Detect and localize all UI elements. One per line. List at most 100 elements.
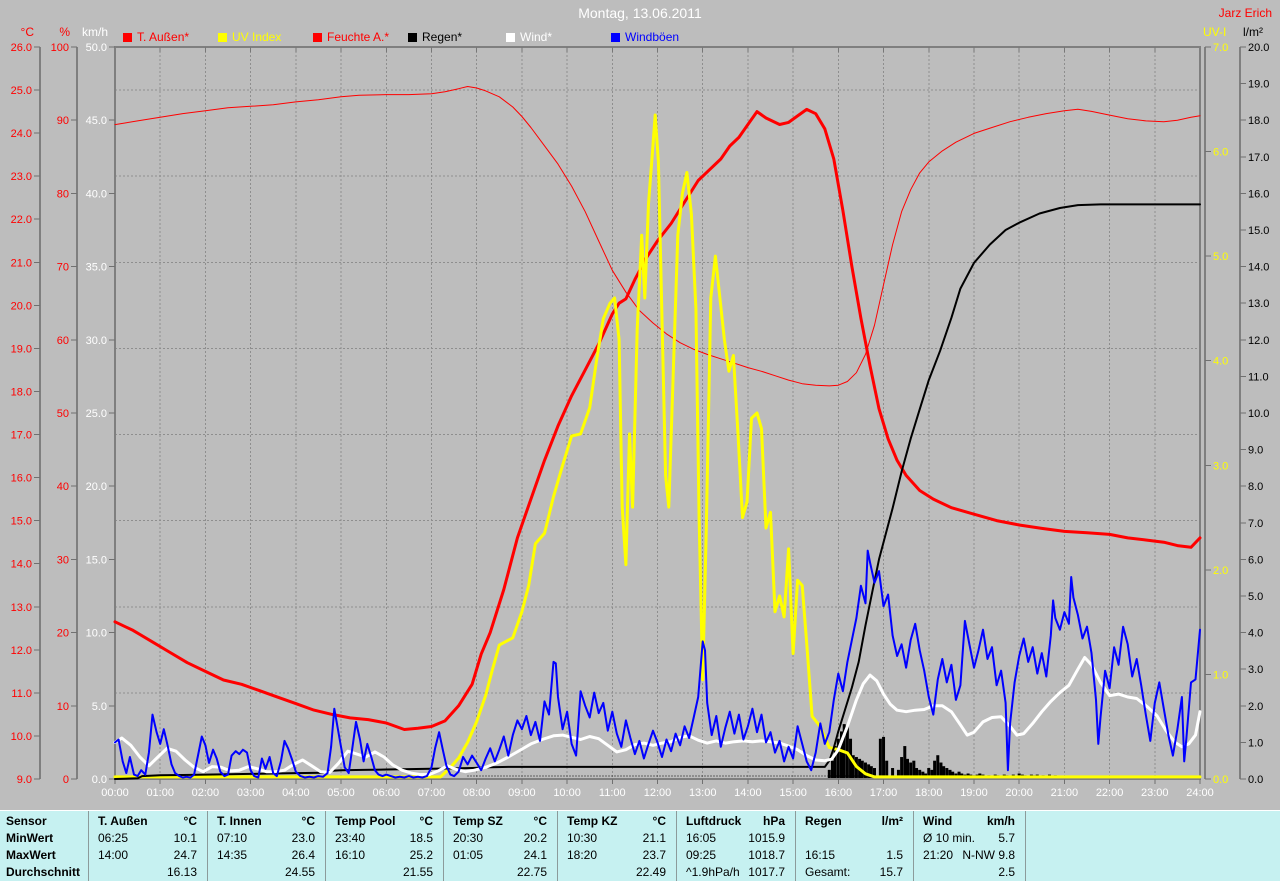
axis-tick-label-uv: 4.0 xyxy=(1213,356,1228,368)
axis-tick-label-rain: 7.0 xyxy=(1248,518,1263,530)
table-row-label: MinWert xyxy=(6,831,54,845)
axis-tick-label-rain: 13.0 xyxy=(1248,298,1269,310)
chart-legend: T. Außen* UV Index Feuchte A.* Regen* Wind* W… xyxy=(0,30,1280,46)
axis-tick-label-uv: 1.0 xyxy=(1213,669,1228,681)
axis-tick-label-hum: 60 xyxy=(57,335,69,347)
axis-tick-label-rain: 10.0 xyxy=(1248,408,1269,420)
table-row-label: MaxWert xyxy=(6,848,56,862)
axis-tick-label-rain: 19.0 xyxy=(1248,79,1269,91)
axis-tick-label-rain: 14.0 xyxy=(1248,262,1269,274)
table-column-divider xyxy=(1025,811,1026,881)
table-column-divider xyxy=(913,811,914,881)
table-cell-value: 24.55 xyxy=(284,865,315,879)
axis-tick-label-temp: 14.0 xyxy=(11,559,32,571)
hour-label: 02:00 xyxy=(192,787,220,799)
table-column-divider xyxy=(443,811,444,881)
table-cell-value: 23.0 xyxy=(291,831,315,845)
table-header-unit: hPa xyxy=(762,814,785,828)
axis-tick-label-wind: 25.0 xyxy=(86,408,107,420)
axis-tick-label-uv: 3.0 xyxy=(1213,460,1228,472)
hour-label: 01:00 xyxy=(146,787,174,799)
hour-label: 23:00 xyxy=(1141,787,1169,799)
hour-label: 04:00 xyxy=(282,787,310,799)
hour-label: 09:00 xyxy=(508,787,536,799)
legend-label-feuchte-a: Feuchte A.* xyxy=(327,30,390,44)
legend-item-regen: Regen* xyxy=(408,30,462,44)
axis-tick-label-temp: 23.0 xyxy=(11,171,32,183)
table-header-unit: km/h xyxy=(986,814,1015,828)
table-header-unit: °C xyxy=(419,814,433,828)
axis-tick-label-hum: 20 xyxy=(57,628,69,640)
table-cell-value: 21.1 xyxy=(642,831,666,845)
hour-label: 18:00 xyxy=(915,787,943,799)
hour-label: 03:00 xyxy=(237,787,265,799)
axis-tick-label-uv: 0.0 xyxy=(1213,774,1228,786)
table-cell-value: 18.5 xyxy=(409,831,433,845)
table-header-unit: l/m² xyxy=(881,814,903,828)
legend-swatch-regen xyxy=(408,33,417,42)
axis-tick-label-wind: 10.0 xyxy=(86,628,107,640)
weather-app-window: Montag, 13.06.2011 Jarz Erich 26.0 25.0 24… xyxy=(0,0,1280,881)
axis-tick-label-rain: 4.0 xyxy=(1248,628,1263,640)
table-cell-value: 16.13 xyxy=(166,865,197,879)
axis-tick-label-wind: 40.0 xyxy=(86,188,107,200)
legend-item-feuchte-a: Feuchte A.* xyxy=(313,30,389,44)
axis-tick-label-rain: 11.0 xyxy=(1248,371,1269,383)
weather-chart: 26.025.024.023.022.021.020.019.018.017.0… xyxy=(11,42,1270,799)
table-row-label: Durchschnitt xyxy=(6,865,81,879)
axis-tick-label-rain: 2.0 xyxy=(1248,701,1263,713)
axis-tick-label-hum: 40 xyxy=(57,481,69,493)
axis-tick-label-temp: 24.0 xyxy=(11,128,32,140)
table-header-unit: °C xyxy=(183,814,197,828)
axis-tick-label-temp: 10.0 xyxy=(11,731,32,743)
axis-tick-label-rain: 1.0 xyxy=(1248,737,1263,749)
legend-item-uv-index: UV Index xyxy=(218,30,281,44)
hour-label: 08:00 xyxy=(463,787,491,799)
legend-swatch-windboeen xyxy=(611,33,620,42)
table-cell-value: 22.75 xyxy=(516,865,547,879)
axis-tick-label-temp: 16.0 xyxy=(11,473,32,485)
hour-label: 22:00 xyxy=(1096,787,1124,799)
hour-label: 07:00 xyxy=(418,787,446,799)
axis-tick-label-temp: 9.0 xyxy=(17,774,32,786)
hour-label: 15:00 xyxy=(779,787,807,799)
axis-tick-label-temp: 13.0 xyxy=(11,602,32,614)
axis-tick-label-uv: 2.0 xyxy=(1213,565,1228,577)
axis-tick-label-rain: 17.0 xyxy=(1248,152,1269,164)
axis-tick-label-wind: 0.0 xyxy=(92,774,107,786)
hour-label: 20:00 xyxy=(1005,787,1033,799)
table-column-divider xyxy=(557,811,558,881)
hour-label: 13:00 xyxy=(689,787,717,799)
hour-label: 05:00 xyxy=(327,787,355,799)
table-cell-value: 26.4 xyxy=(291,848,315,862)
table-cell-value: 1017.7 xyxy=(748,865,785,879)
axis-tick-label-temp: 17.0 xyxy=(11,430,32,442)
axis-tick-label-rain: 0.0 xyxy=(1248,774,1263,786)
hour-label: 16:00 xyxy=(825,787,853,799)
axis-tick-label-hum: 80 xyxy=(57,188,69,200)
legend-label-regen: Regen* xyxy=(422,30,463,44)
axis-tick-label-hum: 70 xyxy=(57,262,69,274)
axis-tick-label-rain: 5.0 xyxy=(1248,591,1263,603)
table-cell-value: 2.5 xyxy=(998,865,1015,879)
legend-swatch-wind xyxy=(506,33,515,42)
legend-item-wind: Wind* xyxy=(506,30,552,44)
table-cell-value: 22.49 xyxy=(635,865,666,879)
axis-tick-label-rain: 15.0 xyxy=(1248,225,1269,237)
stats-table: Sensor MinWert MaxWert Durchschnitt T. Außen… xyxy=(0,810,1280,881)
hour-label: 24:00 xyxy=(1186,787,1214,799)
axis-tick-label-wind: 35.0 xyxy=(86,262,107,274)
table-header-unit: °C xyxy=(533,814,547,828)
legend-swatch-t-aussen xyxy=(123,33,132,42)
axis-tick-label-temp: 12.0 xyxy=(11,645,32,657)
axis-tick-label-rain: 18.0 xyxy=(1248,115,1269,127)
axis-tick-label-temp: 19.0 xyxy=(11,343,32,355)
axis-tick-label-rain: 8.0 xyxy=(1248,481,1263,493)
legend-item-windboeen: Windböen xyxy=(611,30,679,44)
hour-label: 06:00 xyxy=(372,787,400,799)
table-cell-value: 1018.7 xyxy=(748,848,785,862)
table-cell-value: 24.7 xyxy=(173,848,197,862)
axis-tick-label-wind: 5.0 xyxy=(92,701,107,713)
axis-tick-label-hum: 30 xyxy=(57,554,69,566)
axis-tick-label-wind: 20.0 xyxy=(86,481,107,493)
